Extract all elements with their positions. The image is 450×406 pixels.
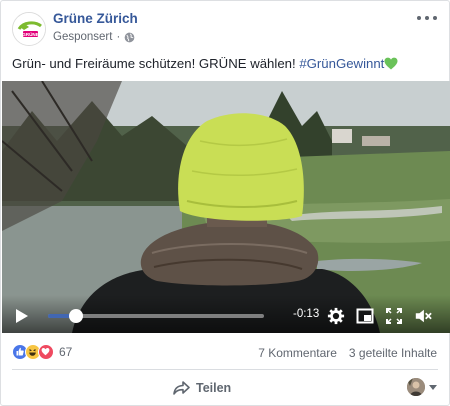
share-button[interactable]: Teilen	[173, 379, 231, 397]
acting-as-selector[interactable]	[407, 378, 437, 396]
progress-bar[interactable]	[48, 309, 264, 323]
action-divider	[12, 369, 438, 370]
engagement-stats: 7 Kommentare 3 geteilte Inhalte	[258, 346, 437, 360]
post-text-main: Grün- und Freiräume schützen! GRÜNE wähl…	[12, 56, 300, 71]
hashtag-link[interactable]: #GrünGewinnt	[299, 56, 384, 71]
shares-count-link[interactable]: 3 geteilte Inhalte	[349, 346, 437, 360]
post-message: Grün- und Freiräume schützen! GRÜNE wähl…	[12, 56, 398, 71]
share-label: Teilen	[196, 381, 232, 395]
share-arrow-icon	[173, 381, 190, 395]
avatar-logo-text: GRÜNE	[22, 31, 39, 37]
globe-icon[interactable]	[124, 32, 135, 43]
comments-count-link[interactable]: 7 Kommentare	[258, 346, 337, 360]
reactions-summary[interactable]: 67	[12, 344, 72, 360]
time-remaining: -0:13	[293, 308, 320, 320]
love-reaction-icon	[38, 344, 54, 360]
more-options-icon[interactable]	[417, 13, 437, 23]
page-name-link[interactable]: Grüne Zürich	[53, 11, 138, 26]
gear-icon[interactable]	[327, 307, 345, 325]
theater-mode-icon[interactable]	[356, 307, 374, 325]
play-icon[interactable]	[14, 308, 30, 324]
video-controls: -0:13	[2, 295, 450, 333]
chevron-down-icon	[429, 384, 437, 390]
progress-scrubber[interactable]	[69, 309, 84, 323]
reaction-count[interactable]: 67	[59, 345, 72, 359]
video-player[interactable]: -0:13	[2, 81, 450, 333]
mute-icon[interactable]	[414, 307, 432, 325]
page-avatar[interactable]: GRÜNE	[12, 12, 46, 46]
separator-dot: ·	[116, 31, 121, 43]
green-heart-icon	[384, 57, 398, 70]
fullscreen-icon[interactable]	[385, 307, 403, 325]
post-card: GRÜNE Grüne Zürich Gesponsert · Grün- un…	[0, 0, 450, 406]
sponsored-label[interactable]: Gesponsert	[53, 31, 112, 43]
user-avatar	[407, 378, 425, 396]
sponsored-line: Gesponsert ·	[53, 31, 135, 43]
